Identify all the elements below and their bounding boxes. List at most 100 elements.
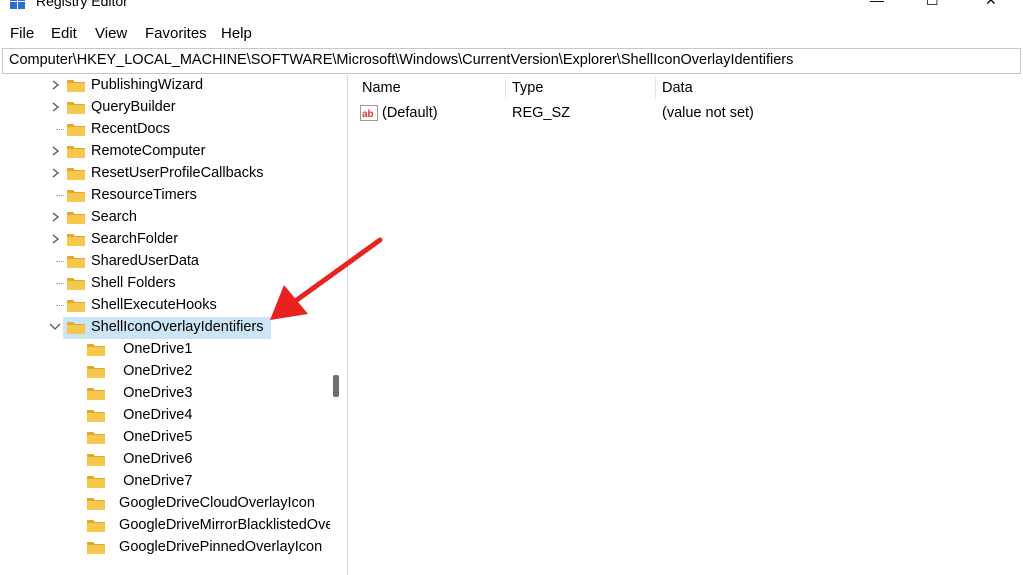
title-bar: Registry Editor — ☐ ✕ [0,0,1023,16]
folder-icon [66,188,86,203]
tree-child-item[interactable]: OneDrive4 [0,405,330,427]
tree-child-item[interactable]: GoogleDrivePinnedOverlayIcon [0,537,330,559]
folder-icon [86,342,106,357]
folder-icon [66,298,86,313]
value-data: (value not set) [662,105,754,121]
tree-connector [56,129,64,130]
tree-child-item[interactable]: GoogleDriveMirrorBlacklistedOverlayIcon [0,515,330,537]
folder-icon [86,386,106,401]
value-type: REG_SZ [512,105,571,121]
maximize-button[interactable]: ☐ [926,0,939,9]
folder-icon [66,276,86,291]
menu-help[interactable]: Help [221,25,252,42]
tree-item[interactable]: ResetUserProfileCallbacks [0,163,330,185]
tree-item-label: SearchFolder [91,231,179,247]
address-path[interactable]: Computer\HKEY_LOCAL_MACHINE\SOFTWARE\Mic… [9,52,793,68]
tree-connector [56,261,64,262]
chevron-right-icon[interactable] [51,78,61,92]
tree-connector [56,283,64,284]
folder-icon [66,232,86,247]
tree-item-label: OneDrive1 [111,341,193,357]
tree-item-label: OneDrive6 [111,451,193,467]
tree-item-label: Search [91,209,137,225]
minimize-button[interactable]: — [870,0,884,8]
values-list[interactable]: Name Type Data ab (Default) REG_SZ (valu… [356,75,1023,575]
tree-item-label: GoogleDrivePinnedOverlayIcon [111,539,323,555]
tree-item-label: QueryBuilder [91,99,176,115]
tree-item-label: OneDrive2 [111,363,193,379]
tree-item-label: RecentDocs [91,121,170,137]
tree-item-label: ResetUserProfileCallbacks [91,165,264,181]
column-divider[interactable] [655,77,656,99]
tree-child-item[interactable]: OneDrive2 [0,361,330,383]
registry-app-icon [10,0,26,10]
folder-icon [66,320,86,335]
folder-icon [66,144,86,159]
close-button[interactable]: ✕ [985,0,997,9]
chevron-right-icon[interactable] [51,100,61,114]
folder-icon [66,100,86,115]
tree-item[interactable]: PublishingWizard [0,75,330,97]
menu-edit[interactable]: Edit [51,25,77,42]
tree-item-label: ResourceTimers [91,187,197,203]
folder-icon [86,430,106,445]
menu-bar: File Edit View Favorites Help [0,22,1023,46]
menu-view[interactable]: View [95,25,127,42]
folder-icon [86,540,106,555]
tree-child-item[interactable]: OneDrive6 [0,449,330,471]
tree-item-label: OneDrive3 [111,385,193,401]
tree-child-item[interactable]: OneDrive3 [0,383,330,405]
chevron-right-icon[interactable] [51,210,61,224]
tree-connector [56,195,64,196]
chevron-right-icon[interactable] [51,166,61,180]
tree-item-label: GoogleDriveMirrorBlacklistedOverlayIcon [119,517,330,533]
tree-item-label: GoogleDriveCloudOverlayIcon [111,495,315,511]
tree-item-label: RemoteComputer [91,143,206,159]
menu-favorites[interactable]: Favorites [145,25,207,42]
value-name: (Default) [382,105,438,121]
tree-item-label: Shell Folders [91,275,176,291]
tree-item-label: PublishingWizard [91,77,204,93]
folder-icon [86,408,106,423]
tree-child-item[interactable]: OneDrive5 [0,427,330,449]
window-title: Registry Editor [36,0,128,9]
address-bar[interactable]: Computer\HKEY_LOCAL_MACHINE\SOFTWARE\Mic… [2,48,1021,74]
tree-item-label: OneDrive4 [111,407,193,423]
tree-child-item[interactable]: OneDrive7 [0,471,330,493]
tree-item-label: SharedUserData [91,253,199,269]
tree-child-item[interactable]: GoogleDriveCloudOverlayIcon [0,493,330,515]
folder-icon [86,474,106,489]
folder-icon [86,518,106,533]
tree-item-label: ShellIconOverlayIdentifiers [91,319,264,335]
folder-icon [66,122,86,137]
tree-connector [56,305,64,306]
folder-icon [86,364,106,379]
folder-icon [66,254,86,269]
tree-item[interactable]: RecentDocs [0,119,330,141]
chevron-right-icon[interactable] [51,144,61,158]
tree-item[interactable]: QueryBuilder [0,97,330,119]
tree-item[interactable]: Search [0,207,330,229]
folder-icon [86,452,106,467]
string-value-icon: ab [360,105,378,121]
folder-icon [66,166,86,181]
folder-icon [66,210,86,225]
column-header-name[interactable]: Name [362,80,401,96]
folder-icon [66,78,86,93]
column-header-data[interactable]: Data [662,80,693,96]
red-arrow-icon [270,237,383,320]
tree-scrollbar-thumb[interactable] [333,375,339,397]
folder-icon [86,496,106,511]
tree-item-label: OneDrive7 [111,473,193,489]
menu-file[interactable]: File [10,25,34,42]
chevron-down-icon[interactable] [49,320,61,334]
chevron-right-icon[interactable] [51,232,61,246]
tree-item[interactable]: RemoteComputer [0,141,330,163]
svg-text:ab: ab [362,109,374,120]
tree-item-label: OneDrive5 [111,429,193,445]
tree-child-item[interactable]: OneDrive1 [0,339,330,361]
column-header-type[interactable]: Type [512,80,543,96]
tree-item-label: ShellExecuteHooks [91,297,217,313]
tree-item[interactable]: ResourceTimers [0,185,330,207]
column-divider[interactable] [505,77,506,99]
